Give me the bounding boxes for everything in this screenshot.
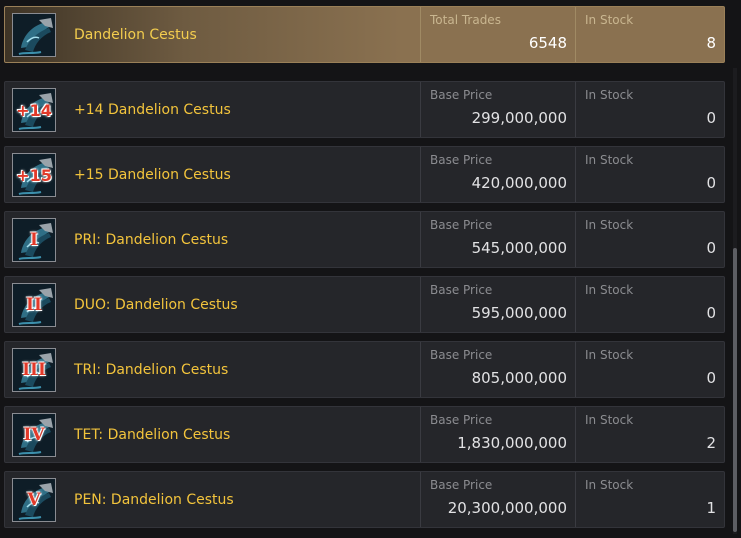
stock-cell: In Stock 2 xyxy=(575,407,724,462)
item-name: Dandelion Cestus xyxy=(74,27,197,43)
stock-cell: In Stock 8 xyxy=(575,7,724,62)
cestus-icon: I xyxy=(12,218,56,262)
stock-cell: In Stock 0 xyxy=(575,212,724,267)
cestus-icon: III xyxy=(12,348,56,392)
base-price-value: 1,830,000,000 xyxy=(457,434,567,452)
list-item[interactable]: +14 +14 Dandelion Cestus Base Price 299,… xyxy=(4,81,725,138)
item-name: +15 Dandelion Cestus xyxy=(74,167,231,183)
item-name: TRI: Dandelion Cestus xyxy=(74,362,229,378)
enhancement-badge: V xyxy=(27,490,41,510)
enhancement-badge: +14 xyxy=(16,100,52,120)
stock-label: In Stock xyxy=(585,478,634,492)
total-trades-cell: Total Trades 6548 xyxy=(420,7,575,62)
base-price-label: Base Price xyxy=(430,153,493,167)
list-item[interactable]: IV TET: Dandelion Cestus Base Price 1,83… xyxy=(4,406,725,463)
scrollbar-thumb[interactable] xyxy=(733,248,737,532)
stock-value: 0 xyxy=(706,109,716,127)
base-price-cell: Base Price 805,000,000 xyxy=(420,342,575,397)
base-price-label: Base Price xyxy=(430,283,493,297)
base-price-value: 595,000,000 xyxy=(471,304,567,322)
base-price-label: Base Price xyxy=(430,88,493,102)
stock-label: In Stock xyxy=(585,13,634,27)
enhancement-badge: IV xyxy=(23,425,45,445)
cestus-icon: +14 xyxy=(12,88,56,132)
base-price-cell: Base Price 299,000,000 xyxy=(420,82,575,137)
cestus-icon: V xyxy=(12,478,56,522)
cestus-icon xyxy=(12,13,56,57)
base-price-label: Base Price xyxy=(430,478,493,492)
item-name: PEN: Dandelion Cestus xyxy=(74,492,234,508)
item-name: TET: Dandelion Cestus xyxy=(74,427,231,443)
base-price-cell: Base Price 1,830,000,000 xyxy=(420,407,575,462)
cestus-icon: II xyxy=(12,283,56,327)
stock-value: 0 xyxy=(706,369,716,387)
enhancement-badge: III xyxy=(22,360,46,380)
base-price-value: 420,000,000 xyxy=(471,174,567,192)
item-name: PRI: Dandelion Cestus xyxy=(74,232,229,248)
item-summary-row[interactable]: Dandelion Cestus Total Trades 6548 In St… xyxy=(4,6,725,63)
stock-value: 0 xyxy=(706,174,716,192)
base-price-label: Base Price xyxy=(430,348,493,362)
enhancement-badge: I xyxy=(30,230,38,250)
stock-label: In Stock xyxy=(585,88,634,102)
base-price-label: Base Price xyxy=(430,413,493,427)
cestus-icon: IV xyxy=(12,413,56,457)
base-price-cell: Base Price 20,300,000,000 xyxy=(420,472,575,527)
total-trades-value: 6548 xyxy=(528,34,567,52)
stock-value: 8 xyxy=(706,34,716,52)
enhancement-badge: +15 xyxy=(16,165,52,185)
stock-label: In Stock xyxy=(585,218,634,232)
base-price-value: 299,000,000 xyxy=(471,109,567,127)
stock-label: In Stock xyxy=(585,413,634,427)
list-item[interactable]: +15 +15 Dandelion Cestus Base Price 420,… xyxy=(4,146,725,203)
stock-cell: In Stock 0 xyxy=(575,342,724,397)
list-item[interactable]: I PRI: Dandelion Cestus Base Price 545,0… xyxy=(4,211,725,268)
stock-cell: In Stock 0 xyxy=(575,82,724,137)
base-price-cell: Base Price 420,000,000 xyxy=(420,147,575,202)
total-trades-label: Total Trades xyxy=(430,13,501,27)
stock-label: In Stock xyxy=(585,348,634,362)
stock-value: 0 xyxy=(706,239,716,257)
stock-label: In Stock xyxy=(585,153,634,167)
stock-cell: In Stock 0 xyxy=(575,277,724,332)
stock-value: 2 xyxy=(706,434,716,452)
stock-value: 0 xyxy=(706,304,716,322)
enhancement-badge: II xyxy=(26,295,42,315)
stock-label: In Stock xyxy=(585,283,634,297)
stock-cell: In Stock 0 xyxy=(575,147,724,202)
list-item[interactable]: II DUO: Dandelion Cestus Base Price 595,… xyxy=(4,276,725,333)
base-price-value: 20,300,000,000 xyxy=(447,499,567,517)
base-price-value: 805,000,000 xyxy=(471,369,567,387)
list-item[interactable]: III TRI: Dandelion Cestus Base Price 805… xyxy=(4,341,725,398)
base-price-value: 545,000,000 xyxy=(471,239,567,257)
item-name: DUO: Dandelion Cestus xyxy=(74,297,238,313)
base-price-label: Base Price xyxy=(430,218,493,232)
stock-cell: In Stock 1 xyxy=(575,472,724,527)
cestus-icon: +15 xyxy=(12,153,56,197)
base-price-cell: Base Price 545,000,000 xyxy=(420,212,575,267)
stock-value: 1 xyxy=(706,499,716,517)
base-price-cell: Base Price 595,000,000 xyxy=(420,277,575,332)
item-name: +14 Dandelion Cestus xyxy=(74,102,231,118)
list-item[interactable]: V PEN: Dandelion Cestus Base Price 20,30… xyxy=(4,471,725,528)
